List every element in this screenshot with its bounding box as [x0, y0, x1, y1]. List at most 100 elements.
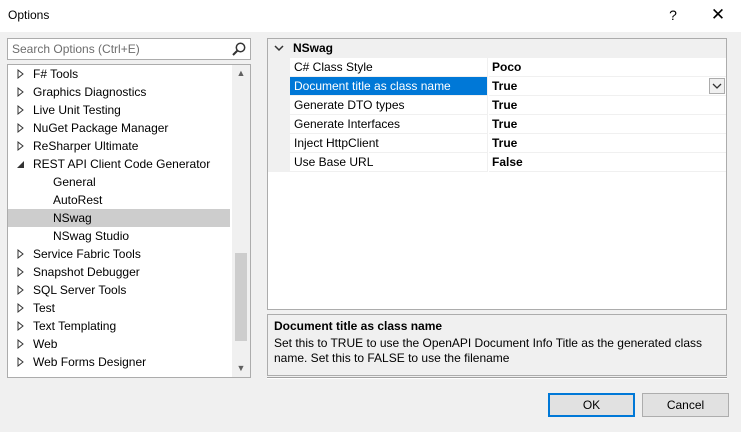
- description-title: Document title as class name: [274, 319, 443, 333]
- tree-item-label: REST API Client Code Generator: [33, 157, 211, 171]
- title-bar: Options ? ✕: [0, 0, 741, 32]
- tree-item[interactable]: REST API Client Code Generator: [8, 155, 230, 173]
- help-button[interactable]: ?: [650, 0, 696, 30]
- collapsed-arrow-icon[interactable]: [16, 119, 26, 137]
- row-gutter: [268, 153, 290, 172]
- tree-item[interactable]: Text Templating: [8, 317, 230, 335]
- window-title: Options: [8, 8, 50, 22]
- tree-item[interactable]: NSwag Studio: [8, 227, 230, 245]
- collapsed-arrow-icon[interactable]: [16, 245, 26, 263]
- property-value-text: True: [492, 117, 518, 131]
- options-tree[interactable]: F# Tools Graphics Diagnostics Live Unit Te…: [7, 64, 251, 378]
- tree-scrollbar[interactable]: ▲ ▼: [232, 65, 250, 377]
- property-value-text: Poco: [492, 60, 522, 74]
- category-label: NSwag: [293, 41, 334, 55]
- tree-item[interactable]: Snapshot Debugger: [8, 263, 230, 281]
- collapsed-arrow-icon[interactable]: [16, 65, 26, 83]
- tree-item[interactable]: ReSharper Ultimate: [8, 137, 230, 155]
- tree-item-label: Web Forms Designer: [33, 355, 147, 369]
- tree-item[interactable]: Web: [8, 335, 230, 353]
- collapsed-arrow-icon[interactable]: [16, 101, 26, 119]
- collapsed-arrow-icon[interactable]: [16, 83, 26, 101]
- property-row[interactable]: Generate DTO types True: [268, 96, 726, 115]
- expanded-arrow-icon[interactable]: [16, 155, 26, 173]
- tree-item-label: AutoRest: [53, 193, 103, 207]
- property-row[interactable]: C# Class Style Poco: [268, 58, 726, 77]
- property-name[interactable]: Use Base URL: [290, 153, 488, 172]
- property-name[interactable]: Generate DTO types: [290, 96, 488, 115]
- property-value-text: False: [492, 155, 523, 169]
- search-icon[interactable]: [231, 41, 247, 57]
- row-gutter: [268, 96, 290, 115]
- dropdown-button[interactable]: [709, 78, 725, 94]
- tree-item-label: Service Fabric Tools: [33, 247, 141, 261]
- tree-item[interactable]: Graphics Diagnostics: [8, 83, 230, 101]
- tree-item[interactable]: AutoRest: [8, 191, 230, 209]
- tree-item[interactable]: F# Tools: [8, 65, 230, 83]
- tree-item[interactable]: Service Fabric Tools: [8, 245, 230, 263]
- property-row[interactable]: Document title as class name True: [268, 77, 726, 96]
- tree-item-label: Graphics Diagnostics: [33, 85, 147, 99]
- collapsed-arrow-icon[interactable]: [16, 317, 26, 335]
- tree-item-label: Test: [33, 301, 56, 315]
- close-button[interactable]: ✕: [695, 0, 741, 30]
- tree-item-label: NSwag: [53, 211, 92, 225]
- cancel-button[interactable]: Cancel: [642, 393, 729, 417]
- property-name[interactable]: C# Class Style: [290, 58, 488, 77]
- tree-item-label: Live Unit Testing: [33, 103, 121, 117]
- tree-item-label: ReSharper Ultimate: [33, 139, 139, 153]
- property-value[interactable]: True: [489, 134, 726, 153]
- tree-item[interactable]: NuGet Package Manager: [8, 119, 230, 137]
- collapse-arrow-icon[interactable]: [274, 43, 284, 53]
- collapsed-arrow-icon[interactable]: [16, 299, 26, 317]
- search-box[interactable]: [7, 38, 251, 60]
- scroll-thumb[interactable]: [235, 253, 247, 341]
- collapsed-arrow-icon[interactable]: [16, 263, 26, 281]
- scroll-down-icon[interactable]: ▼: [232, 360, 250, 377]
- row-gutter: [268, 115, 290, 134]
- property-value[interactable]: True: [489, 77, 726, 96]
- tree-item-label: SQL Server Tools: [33, 283, 127, 297]
- row-gutter: [268, 77, 290, 96]
- property-name[interactable]: Document title as class name: [290, 77, 488, 96]
- property-row[interactable]: Use Base URL False: [268, 153, 726, 172]
- property-grid[interactable]: NSwag C# Class Style Poco Document title a…: [267, 38, 727, 310]
- property-row[interactable]: Inject HttpClient True: [268, 134, 726, 153]
- property-value[interactable]: False: [489, 153, 726, 172]
- tree-item[interactable]: SQL Server Tools: [8, 281, 230, 299]
- property-name[interactable]: Inject HttpClient: [290, 134, 488, 153]
- tree-item[interactable]: General: [8, 173, 230, 191]
- property-value-text: True: [492, 79, 518, 93]
- tree-item-label: NuGet Package Manager: [33, 121, 169, 135]
- collapsed-arrow-icon[interactable]: [16, 281, 26, 299]
- search-input[interactable]: [8, 39, 228, 59]
- tree-item[interactable]: Live Unit Testing: [8, 101, 230, 119]
- collapsed-arrow-icon[interactable]: [16, 335, 26, 353]
- property-name[interactable]: Generate Interfaces: [290, 115, 488, 134]
- tree-item-label: NSwag Studio: [53, 229, 130, 243]
- tree-item-label: Text Templating: [33, 319, 117, 333]
- collapsed-arrow-icon[interactable]: [16, 353, 26, 371]
- row-gutter: [268, 58, 290, 77]
- ok-button[interactable]: OK: [548, 393, 635, 417]
- description-pane: Document title as class name Set this to…: [267, 314, 727, 376]
- tree-item[interactable]: Test: [8, 299, 230, 317]
- property-value[interactable]: Poco: [489, 58, 726, 77]
- tree-item-label: Snapshot Debugger: [33, 265, 140, 279]
- tree-item[interactable]: Web Forms Designer: [8, 353, 230, 371]
- tree-item-label: General: [53, 175, 96, 189]
- tree-items: F# Tools Graphics Diagnostics Live Unit Te…: [8, 65, 230, 371]
- property-row[interactable]: Generate Interfaces True: [268, 115, 726, 134]
- collapsed-arrow-icon[interactable]: [16, 137, 26, 155]
- tree-item-label: F# Tools: [33, 67, 79, 81]
- description-text: Set this to TRUE to use the OpenAPI Docu…: [274, 336, 703, 365]
- tree-item[interactable]: NSwag: [8, 209, 230, 227]
- chevron-down-icon: [712, 83, 722, 89]
- property-value-text: True: [492, 98, 518, 112]
- row-gutter: [268, 134, 290, 153]
- property-value[interactable]: True: [489, 96, 726, 115]
- tree-item-label: Web: [33, 337, 58, 351]
- property-value[interactable]: True: [489, 115, 726, 134]
- property-category[interactable]: NSwag: [268, 39, 726, 58]
- scroll-up-icon[interactable]: ▲: [232, 65, 250, 82]
